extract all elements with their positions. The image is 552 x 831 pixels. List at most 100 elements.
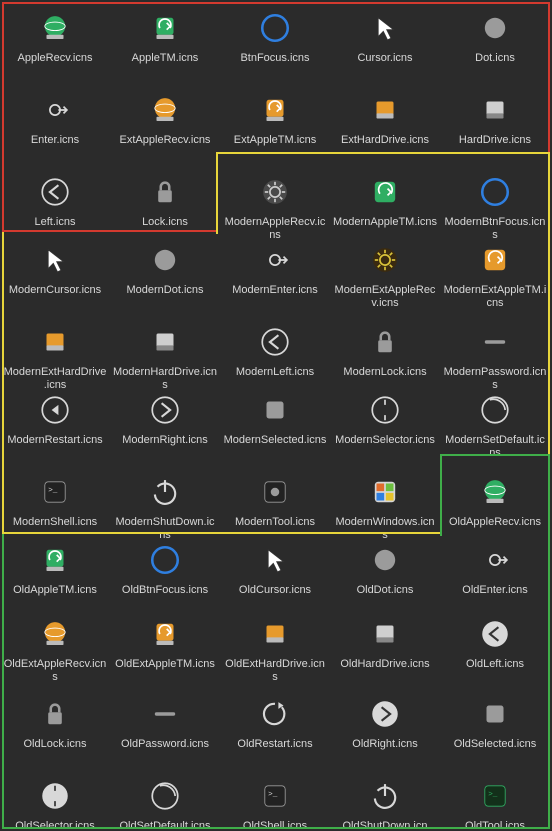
file-item[interactable]: ModernHardDrive.icns <box>110 322 220 392</box>
dot-icon <box>365 540 405 580</box>
file-item[interactable]: ExtAppleTM.icns <box>220 90 330 147</box>
file-label: BtnFocus.icns <box>240 52 309 65</box>
svg-text:>_: >_ <box>48 487 58 495</box>
file-item[interactable]: ModernExtAppleTM.icns <box>440 240 550 310</box>
file-item[interactable]: OldPassword.icns <box>110 694 220 751</box>
square-icon <box>255 390 295 430</box>
file-item[interactable]: OldBtnFocus.icns <box>110 540 220 597</box>
file-item[interactable]: OldSelected.icns <box>440 694 550 751</box>
file-label: ModernExtAppleTM.icns <box>443 284 547 310</box>
file-label: ExtAppleRecv.icns <box>120 134 211 147</box>
file-label: OldRestart.icns <box>237 738 312 751</box>
cursor-icon <box>365 8 405 48</box>
file-label: OldExtHardDrive.icns <box>223 658 327 684</box>
file-item[interactable]: ModernLock.icns <box>330 322 440 379</box>
file-item[interactable]: ModernAppleTM.icns <box>330 172 440 229</box>
file-item[interactable]: ModernShutDown.icns <box>110 472 220 542</box>
file-label: OldLock.icns <box>24 738 87 751</box>
drive-gray-icon <box>145 322 185 362</box>
enter-icon <box>35 90 75 130</box>
file-item[interactable]: OldSelector.icns <box>0 776 110 831</box>
file-item[interactable]: OldShutDown.icn <box>330 776 440 831</box>
file-item[interactable]: ModernSelected.icns <box>220 390 330 447</box>
selector-icon <box>365 390 405 430</box>
shell-icon: >_ <box>35 472 75 512</box>
file-item[interactable]: ModernLeft.icns <box>220 322 330 379</box>
file-item[interactable]: >_ ModernShell.icns <box>0 472 110 529</box>
file-item[interactable]: >_OldTool.icns <box>440 776 550 831</box>
file-label: OldEnter.icns <box>462 584 527 597</box>
arrow-left-icon <box>255 322 295 362</box>
file-item[interactable]: AppleTM.icns <box>110 8 220 65</box>
globe-orange-icon <box>145 90 185 130</box>
lock-icon <box>365 322 405 362</box>
file-item[interactable]: OldSetDefault.icns <box>110 776 220 831</box>
file-item[interactable]: ModernEnter.icns <box>220 240 330 297</box>
file-item[interactable]: OldExtHardDrive.icns <box>220 614 330 684</box>
file-item[interactable]: ModernRestart.icns <box>0 390 110 447</box>
file-item[interactable]: ModernPassword.icns <box>440 322 550 392</box>
svg-text:>_: >_ <box>268 791 278 799</box>
file-item[interactable]: Dot.icns <box>440 8 550 65</box>
file-item[interactable]: Left.icns <box>0 172 110 229</box>
file-item[interactable]: ModernAppleRecv.icns <box>220 172 330 242</box>
password-icon <box>475 322 515 362</box>
file-item[interactable]: ModernSelector.icns <box>330 390 440 447</box>
file-item[interactable]: Enter.icns <box>0 90 110 147</box>
drive-gray-icon <box>475 90 515 130</box>
file-item[interactable]: OldDot.icns <box>330 540 440 597</box>
file-label: HardDrive.icns <box>459 134 531 147</box>
file-label: ModernShell.icns <box>13 516 97 529</box>
file-item[interactable]: HardDrive.icns <box>440 90 550 147</box>
file-item[interactable]: ModernCursor.icns <box>0 240 110 297</box>
dot-icon <box>475 8 515 48</box>
file-item[interactable]: ModernWindows.icns <box>330 472 440 542</box>
arrow-right-filled-icon <box>365 694 405 734</box>
ring-blue-icon <box>255 8 295 48</box>
password-icon <box>145 694 185 734</box>
file-item[interactable]: ModernSetDefault.icns <box>440 390 550 460</box>
file-label: OldCursor.icns <box>239 584 311 597</box>
file-item[interactable]: BtnFocus.icns <box>220 8 330 65</box>
file-item[interactable]: Cursor.icns <box>330 8 440 65</box>
file-item[interactable]: ModernTool.icns <box>220 472 330 529</box>
gear-orange-icon <box>365 240 405 280</box>
tm-green-icon <box>145 8 185 48</box>
file-item[interactable]: OldLeft.icns <box>440 614 550 671</box>
file-item[interactable]: ModernExtHardDrive.icns <box>0 322 110 392</box>
file-item[interactable]: ModernBtnFocus.icns <box>440 172 550 242</box>
file-item[interactable]: >_OldShell.icns <box>220 776 330 831</box>
tm-green-icon <box>35 540 75 580</box>
file-item[interactable]: OldHardDrive.icns <box>330 614 440 671</box>
file-item[interactable]: ModernExtAppleRecv.icns <box>330 240 440 310</box>
enter-icon <box>255 240 295 280</box>
file-item[interactable]: ModernDot.icns <box>110 240 220 297</box>
file-item[interactable]: OldExtAppleTM.icns <box>110 614 220 671</box>
tm-orange-flat-icon <box>475 240 515 280</box>
file-item[interactable]: OldRight.icns <box>330 694 440 751</box>
file-label: ModernDot.icns <box>126 284 203 297</box>
file-item[interactable]: OldEnter.icns <box>440 540 550 597</box>
file-item[interactable]: OldRestart.icns <box>220 694 330 751</box>
file-label: ModernSetDefault.icns <box>443 434 547 460</box>
file-item[interactable]: OldAppleRecv.icns <box>440 472 550 529</box>
file-item[interactable]: OldExtAppleRecv.icns <box>0 614 110 684</box>
file-label: OldAppleTM.icns <box>13 584 97 597</box>
file-label: ModernSelected.icns <box>224 434 327 447</box>
globe-green-icon <box>35 8 75 48</box>
power-icon <box>365 776 405 816</box>
gear-dark-icon <box>255 172 295 212</box>
file-item[interactable]: AppleRecv.icns <box>0 8 110 65</box>
file-item[interactable]: OldCursor.icns <box>220 540 330 597</box>
shell-icon: >_ <box>255 776 295 816</box>
cursor-icon <box>255 540 295 580</box>
file-item[interactable]: OldLock.icns <box>0 694 110 751</box>
file-label: ExtAppleTM.icns <box>234 134 317 147</box>
file-item[interactable]: OldAppleTM.icns <box>0 540 110 597</box>
file-item[interactable]: Lock.icns <box>110 172 220 229</box>
icon-grid: AppleRecv.icnsAppleTM.icns BtnFocus.icns C… <box>0 0 552 831</box>
file-item[interactable]: ExtHardDrive.icns <box>330 90 440 147</box>
file-item[interactable]: ExtAppleRecv.icns <box>110 90 220 147</box>
file-item[interactable]: ModernRight.icns <box>110 390 220 447</box>
file-label: ModernExtAppleRecv.icns <box>333 284 437 310</box>
